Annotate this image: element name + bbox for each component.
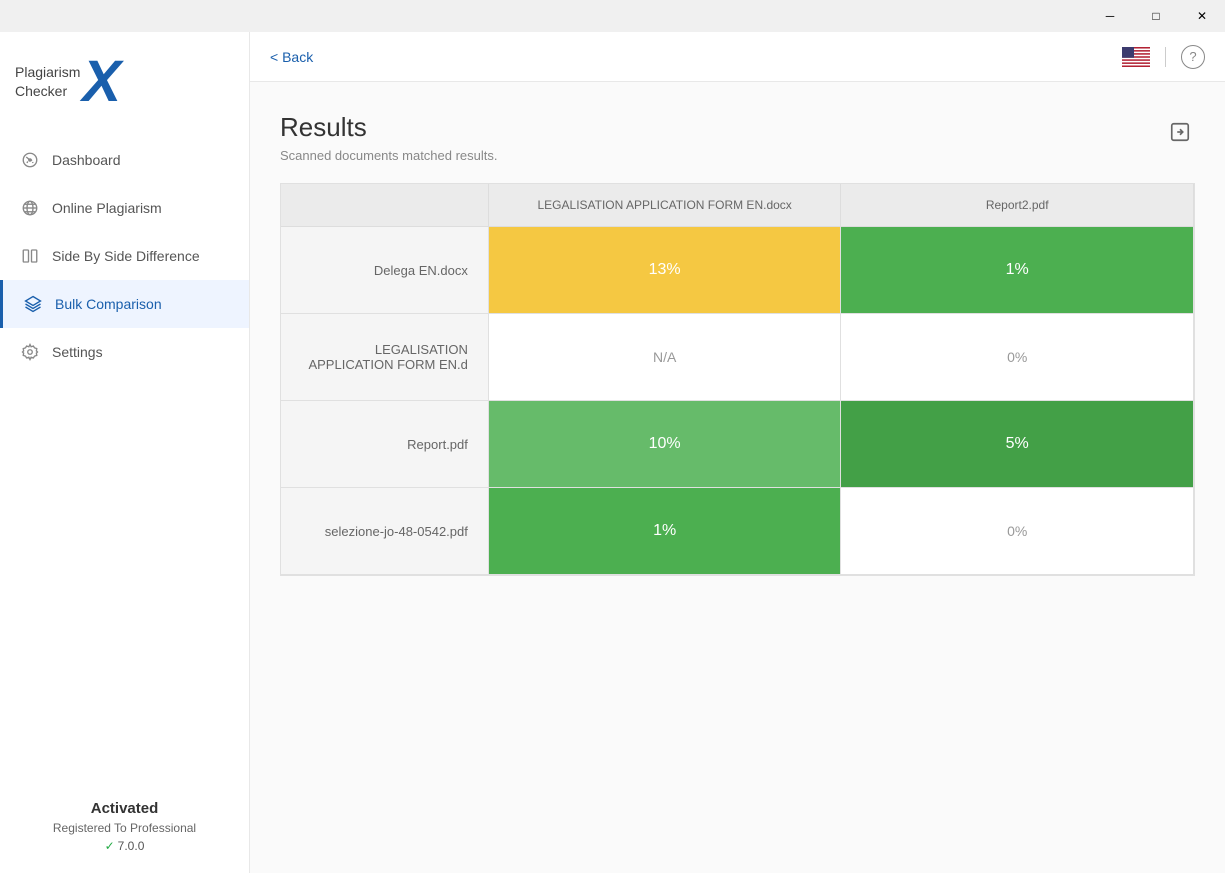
- sidebar-item-settings-label: Settings: [52, 344, 103, 360]
- export-button[interactable]: [1165, 117, 1195, 147]
- sidebar: Plagiarism Checker X Dashboard: [0, 32, 250, 873]
- language-flag[interactable]: [1122, 47, 1150, 67]
- cell-na: N/A: [489, 314, 841, 400]
- columns-icon: [20, 246, 40, 266]
- row-label-1: Delega EN.docx: [281, 227, 488, 314]
- sidebar-item-dashboard[interactable]: Dashboard: [0, 136, 249, 184]
- table-cell-4-2[interactable]: 0%: [841, 488, 1194, 575]
- comparison-table-wrapper: LEGALISATION APPLICATION FORM EN.docx Re…: [280, 183, 1195, 576]
- sidebar-item-side-label: Side By Side Difference: [52, 248, 200, 264]
- sidebar-item-bulk-comparison[interactable]: Bulk Comparison: [0, 280, 249, 328]
- activation-status: Activated: [20, 800, 229, 817]
- gear-icon: [20, 342, 40, 362]
- table-cell-1-1[interactable]: 13%: [488, 227, 841, 314]
- cell-zero-1: 0%: [841, 314, 1193, 400]
- back-button[interactable]: < Back: [270, 49, 313, 65]
- layers-icon: [23, 294, 43, 314]
- logo-checker: Checker: [15, 82, 80, 100]
- sidebar-item-bulk-label: Bulk Comparison: [55, 296, 162, 312]
- sidebar-item-side-by-side[interactable]: Side By Side Difference: [0, 232, 249, 280]
- results-area: Results Scanned documents matched result…: [250, 82, 1225, 873]
- maximize-button[interactable]: □: [1133, 0, 1179, 32]
- table-col-header-2: Report2.pdf: [841, 184, 1194, 227]
- table-cell-3-1[interactable]: 10%: [488, 401, 841, 488]
- help-button[interactable]: ?: [1181, 45, 1205, 69]
- logo-area: Plagiarism Checker X: [0, 42, 249, 136]
- row-label-4: selezione-jo-48-0542.pdf: [281, 488, 488, 575]
- cell-zero-2: 0%: [841, 488, 1193, 574]
- table-row: LEGALISATION APPLICATION FORM EN.d N/A 0…: [281, 314, 1194, 401]
- row-label-2: LEGALISATION APPLICATION FORM EN.d: [281, 314, 488, 401]
- table-row: selezione-jo-48-0542.pdf 1% 0%: [281, 488, 1194, 575]
- sidebar-item-online-label: Online Plagiarism: [52, 200, 162, 216]
- topbar: < Back ?: [250, 32, 1225, 82]
- sidebar-item-settings[interactable]: Settings: [0, 328, 249, 376]
- app-container: Plagiarism Checker X Dashboard: [0, 32, 1225, 873]
- table-row: Delega EN.docx 13% 1%: [281, 227, 1194, 314]
- minimize-button[interactable]: ─: [1087, 0, 1133, 32]
- table-header-row: LEGALISATION APPLICATION FORM EN.docx Re…: [281, 184, 1194, 227]
- table-cell-3-2[interactable]: 5%: [841, 401, 1194, 488]
- table-cell-2-1[interactable]: N/A: [488, 314, 841, 401]
- cell-bar-green-4: 1%: [489, 488, 841, 574]
- cell-bar-green-1: 1%: [841, 227, 1193, 313]
- table-cell-1-2[interactable]: 1%: [841, 227, 1194, 314]
- topbar-divider: [1165, 47, 1166, 67]
- version-number: ✓7.0.0: [20, 839, 229, 853]
- speedometer-icon: [20, 150, 40, 170]
- titlebar: ─ □ ✕: [0, 0, 1225, 32]
- sidebar-item-online-plagiarism[interactable]: Online Plagiarism: [0, 184, 249, 232]
- main-content: < Back ?: [250, 32, 1225, 873]
- row-label-3: Report.pdf: [281, 401, 488, 488]
- check-icon: ✓: [105, 839, 115, 853]
- close-button[interactable]: ✕: [1179, 0, 1225, 32]
- globe-icon: [20, 198, 40, 218]
- table-cell-2-2[interactable]: 0%: [841, 314, 1194, 401]
- topbar-right: ?: [1122, 45, 1205, 69]
- cell-bar-green-2: 10%: [489, 401, 841, 487]
- results-subtitle: Scanned documents matched results.: [280, 148, 498, 163]
- logo-plagiarism: Plagiarism: [15, 63, 80, 81]
- logo-text: Plagiarism Checker: [15, 63, 80, 99]
- table-col-empty: [281, 184, 488, 227]
- cell-bar-green-3: 5%: [841, 401, 1193, 487]
- sidebar-bottom: Activated Registered To Professional ✓7.…: [0, 780, 249, 873]
- results-title: Results: [280, 112, 498, 143]
- logo-x: X: [82, 57, 121, 106]
- cell-bar-yellow: 13%: [489, 227, 841, 313]
- table-col-header-1: LEGALISATION APPLICATION FORM EN.docx: [488, 184, 841, 227]
- registered-to: Registered To Professional: [20, 821, 229, 835]
- table-row: Report.pdf 10% 5%: [281, 401, 1194, 488]
- sidebar-item-dashboard-label: Dashboard: [52, 152, 121, 168]
- comparison-table: LEGALISATION APPLICATION FORM EN.docx Re…: [281, 184, 1194, 575]
- table-cell-4-1[interactable]: 1%: [488, 488, 841, 575]
